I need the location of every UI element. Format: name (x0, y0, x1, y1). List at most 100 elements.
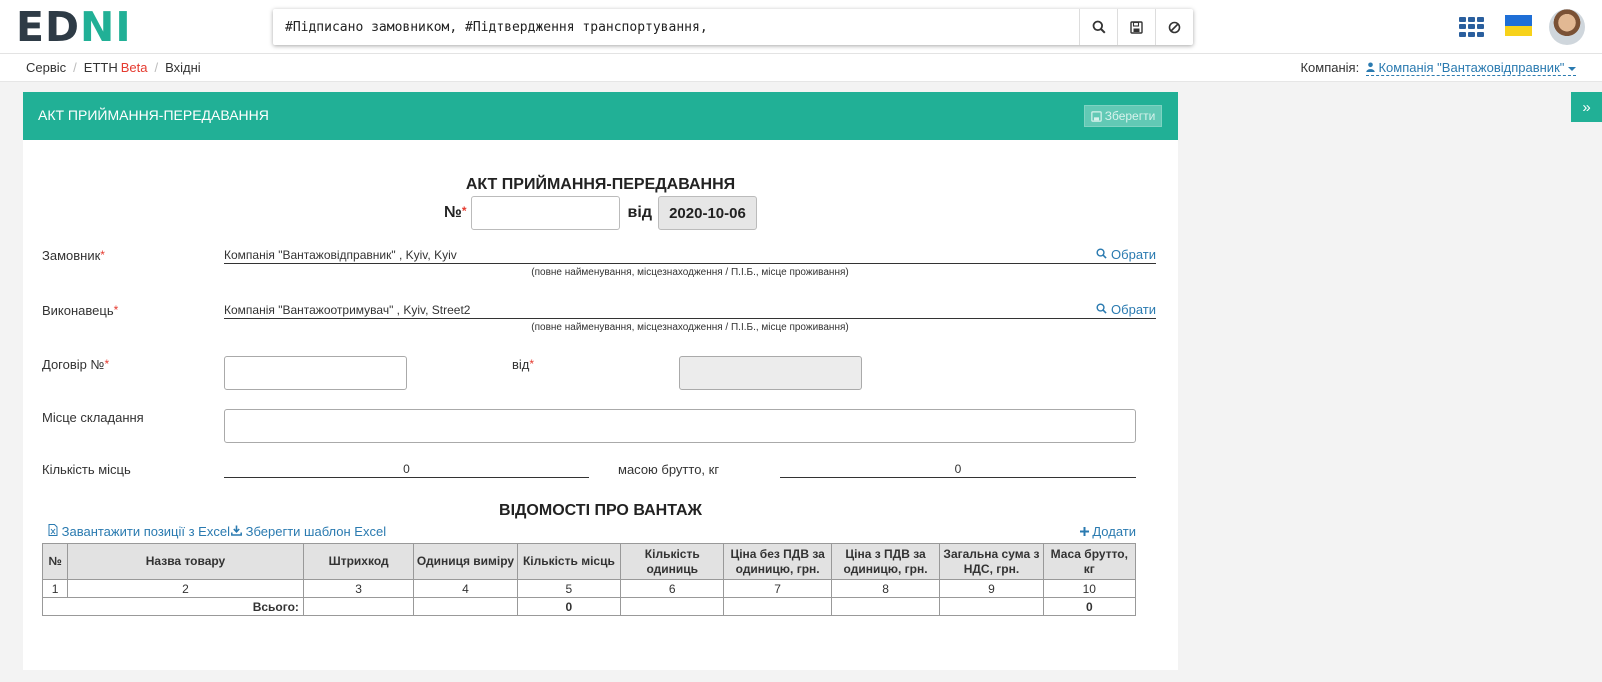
table-cell: 10 (1042, 579, 1137, 598)
clear-search-button[interactable] (1155, 9, 1193, 45)
apps-grid-icon[interactable] (1459, 17, 1484, 37)
plus-icon (1079, 527, 1089, 536)
save-search-button[interactable] (1117, 9, 1155, 45)
column-header: Назва товару (67, 543, 304, 580)
breadcrumb-bar: Сервіс / ЕТТН Beta / Вхідні Компанія: Ком… (0, 54, 1602, 82)
expand-panel-button[interactable]: » (1571, 92, 1602, 122)
column-header: Маса брутто, кг (1042, 543, 1137, 580)
company-selector: Компанія: Компанія "Вантажовідправник" (1300, 60, 1576, 76)
contract-label-text: Договір № (42, 357, 105, 372)
save-icon (1130, 20, 1143, 34)
table-cell: 3 (302, 579, 415, 598)
required-mark: * (100, 248, 105, 262)
cargo-section-title: ВІДОМОСТІ ПРО ВАНТАЖ (499, 502, 702, 519)
edin-logo[interactable]: ED NI (16, 3, 132, 51)
column-header: Ціна з ПДВ за одиницю, грн. (830, 543, 941, 580)
contract-date-field[interactable] (679, 356, 862, 390)
breadcrumb: Сервіс / ЕТТН Beta / Вхідні (26, 60, 201, 75)
load-from-excel-link[interactable]: Завантажити позиції з Excel (48, 524, 230, 539)
customer-hint: (повне найменування, місцезнаходження / … (531, 267, 849, 278)
table-cell (939, 597, 1044, 616)
top-header: ED NI (0, 0, 1602, 54)
table-cell: 4 (413, 579, 518, 598)
document-date-field[interactable]: 2020-10-06 (657, 196, 757, 230)
contract-number-input[interactable] (224, 356, 407, 390)
customer-label-text: Замовник (42, 248, 101, 263)
table-cell: 8 (830, 579, 941, 598)
beta-badge: Beta (120, 60, 148, 75)
contractor-label: Виконавець* (42, 303, 118, 318)
column-header: Ціна без ПДВ за одиницю, грн. (723, 543, 832, 580)
save-button-label: Зберегти (1104, 109, 1156, 123)
search-icon (1096, 248, 1108, 259)
choose-contractor-link[interactable]: Обрати (1096, 302, 1156, 317)
ukraine-flag-icon[interactable] (1505, 15, 1532, 36)
column-header: Загальна сума з НДС, грн. (939, 543, 1044, 580)
table-cell: 1 (41, 579, 69, 598)
contractor-label-text: Виконавець (42, 303, 114, 318)
table-cell: 5 (516, 579, 622, 598)
number-label: №* (444, 204, 467, 222)
breadcrumb-item-service[interactable]: Сервіс (26, 60, 66, 75)
place-label: Місце складання (42, 410, 144, 425)
required-mark: * (461, 204, 467, 218)
save-icon (1090, 110, 1102, 122)
table-cell (302, 597, 415, 616)
document-title: АКТ ПРИЙМАННЯ-ПЕРЕДАВАННЯ (465, 176, 736, 193)
search-input[interactable] (273, 9, 1079, 45)
search-button[interactable] (1079, 9, 1117, 45)
choose-label: Обрати (1111, 247, 1156, 262)
document-number-input[interactable] (470, 196, 620, 230)
search-icon (1096, 303, 1108, 314)
table-total-row: Всього: 0 0 (42, 597, 1137, 616)
contractor-field[interactable]: Компанія "Вантажоотримувач" , Kyiv, Stre… (224, 303, 1156, 319)
card-header: АКТ ПРИЙМАННЯ-ПЕРЕДАВАННЯ Зберегти (23, 92, 1178, 140)
save-excel-template-link[interactable]: Зберегти шаблон Excel (231, 524, 386, 539)
from-label: від (627, 204, 652, 221)
customer-label: Замовник* (42, 248, 105, 263)
number-date-row: №* від 2020-10-06 (23, 196, 1178, 230)
table-cell (830, 597, 941, 616)
avatar[interactable] (1549, 9, 1585, 45)
choose-customer-link[interactable]: Обрати (1096, 247, 1156, 262)
column-header: № (41, 543, 69, 580)
double-chevron-right-icon: » (1582, 98, 1591, 116)
required-mark: * (113, 303, 119, 317)
gross-mass-value: 0 (780, 462, 1136, 478)
breadcrumb-ettn-label: ЕТТН (83, 60, 118, 75)
table-cell: 9 (939, 579, 1044, 598)
add-label: Додати (1092, 524, 1136, 539)
required-mark: * (104, 357, 110, 371)
breadcrumb-item-ettn[interactable]: ЕТТН Beta (84, 60, 148, 75)
breadcrumb-item-incoming: Вхідні (165, 60, 201, 75)
search-bar (273, 9, 1193, 45)
cargo-table: № Назва товару Штрихкод Одиниця виміру К… (41, 543, 1137, 616)
table-cell (413, 597, 518, 616)
company-name: Компанія "Вантажовідправник" (1378, 60, 1565, 75)
column-header: Кількість одиниць (620, 543, 725, 580)
gross-mass-label: масою брутто, кг (618, 462, 720, 477)
contractor-hint: (повне найменування, місцезнаходження / … (531, 322, 849, 333)
search-icon (1092, 20, 1106, 34)
customer-field[interactable]: Компанія "Вантажовідправник" , Kyiv, Kyi… (224, 248, 1156, 264)
card-title: АКТ ПРИЙМАННЯ-ПЕРЕДАВАННЯ (38, 107, 269, 123)
table-index-row: 1 2 3 4 5 6 7 8 9 10 (41, 579, 1137, 598)
place-input[interactable] (224, 409, 1136, 443)
add-row-link[interactable]: Додати (1079, 524, 1136, 539)
user-icon (1366, 62, 1375, 72)
contract-label: Договір №* (42, 357, 109, 372)
places-count-label: Кількість місць (42, 462, 131, 477)
column-header: Штрихкод (302, 543, 415, 580)
required-mark: * (529, 357, 535, 371)
table-cell: 6 (620, 579, 725, 598)
download-icon (231, 525, 242, 536)
breadcrumb-separator: / (154, 60, 159, 75)
table-cell: 2 (67, 579, 304, 598)
excel-file-icon (48, 524, 58, 536)
table-cell (723, 597, 832, 616)
breadcrumb-separator: / (73, 60, 77, 75)
contract-date-label-text: від (512, 357, 530, 372)
load-from-excel-label: Завантажити позиції з Excel (61, 524, 230, 539)
save-button[interactable]: Зберегти (1084, 105, 1162, 127)
company-dropdown[interactable]: Компанія "Вантажовідправник" (1365, 60, 1576, 76)
